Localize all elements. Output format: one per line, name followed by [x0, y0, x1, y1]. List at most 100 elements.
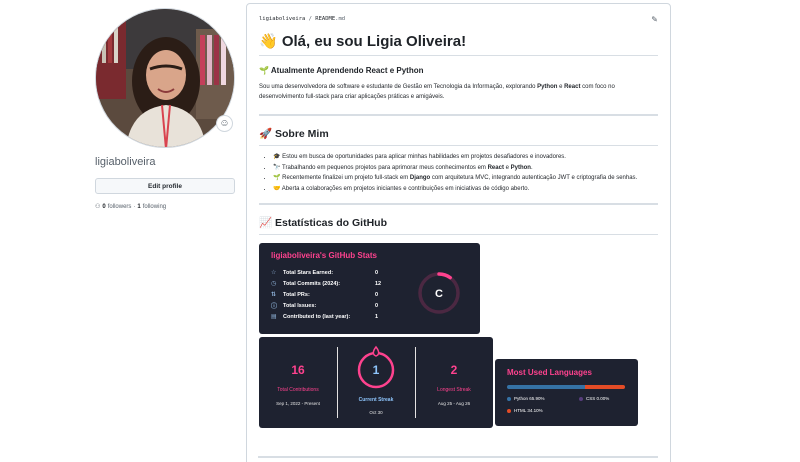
language-color-dot [507, 396, 511, 401]
divider [259, 114, 658, 116]
streak-stats-card[interactable]: 16 Total Contributions Sep 1, 2022 - Pre… [259, 337, 493, 428]
readme-header: ligiaboliveira / README.md ✎ [259, 12, 658, 26]
edit-readme-pencil-icon[interactable]: ✎ [651, 15, 658, 24]
top-languages-card[interactable]: Most Used Languages Python 65.90% CSS 0.… [495, 359, 638, 426]
stat-row-issues: ⓘ Total Issues: 0 [271, 301, 395, 311]
stat-row-stars: ☆ Total Stars Earned: 0 [271, 268, 395, 277]
stat-value: 0 [375, 269, 379, 276]
stat-label: Total Commits (2024): [283, 280, 341, 287]
rank-circle: C [418, 272, 460, 314]
set-status-button[interactable]: ☺ [216, 115, 233, 132]
readme-path-ext: .md [335, 16, 346, 22]
list-item: 🎓 Estou em busca de oportunidades para a… [273, 152, 658, 163]
stat-row-prs: ⇅ Total PRs: 0 [271, 290, 395, 299]
readme-path-sep: / [308, 16, 312, 22]
list-item-text: e [503, 164, 511, 171]
follow-separator: · [133, 203, 136, 210]
avatar-container: ☺ [95, 8, 235, 148]
list-item: 🤝 Aberta a colaborações em projetos inic… [273, 184, 658, 195]
current-streak-column: 1 Current Streak Oct 30 [337, 337, 415, 428]
fire-icon [372, 345, 380, 357]
readme-box: ligiaboliveira / README.md ✎ 👋 Olá, eu s… [246, 3, 671, 462]
list-item-text: 🌱 Recentemente finalizei um projeto full… [273, 175, 410, 181]
star-icon: ☆ [271, 270, 277, 276]
followers-count[interactable]: 0 [102, 204, 105, 210]
follow-stats: ⚇ 0 followers · 1 following [95, 203, 235, 211]
github-stats-card[interactable]: ligiaboliveira's GitHub Stats ☆ Total St… [259, 243, 480, 334]
clock-icon: ◷ [271, 281, 277, 287]
stats-cards: ligiaboliveira's GitHub Stats ☆ Total St… [259, 243, 658, 453]
longest-streak-column: 2 Longest Streak Aug 25 - Aug 26 [415, 337, 493, 428]
readme-path-file: README [315, 16, 336, 22]
list-item-text: 🔭 Trabalhando em pequenos projetos para … [273, 164, 488, 171]
readme-path-user[interactable]: ligiaboliveira [259, 16, 305, 22]
total-contributions-range: Sep 1, 2022 - Present [276, 401, 320, 406]
stats-card-title: ligiaboliveira's GitHub Stats [271, 251, 377, 260]
stat-value: 1 [375, 313, 379, 320]
list-item-bold: React [487, 164, 504, 171]
profile-username: ligiaboliveira [95, 156, 156, 168]
avatar[interactable] [95, 8, 235, 148]
language-label: HTML 34.10% [514, 408, 543, 413]
rank-letter: C [435, 288, 443, 300]
stat-label: Total Issues: [283, 302, 317, 309]
stat-row-contributed: ▤ Contributed to (last year): 1 [271, 312, 395, 321]
language-item-python: Python 65.90% [507, 396, 545, 401]
languages-card-title: Most Used Languages [507, 368, 592, 377]
languages-bar [507, 385, 625, 389]
stat-label: Contributed to (last year): [283, 313, 351, 320]
edit-profile-button[interactable]: Edit profile [95, 178, 235, 194]
learning-heading: 🌱 Atualmente Aprendendo React e Python [259, 66, 424, 75]
list-item-text: . [530, 164, 533, 171]
longest-streak-value: 2 [450, 363, 458, 377]
current-streak-value: 1 [372, 363, 380, 377]
language-item-html: HTML 34.10% [507, 408, 543, 413]
intro-text-1: Sou uma desenvolvedora de software e est… [259, 84, 538, 90]
stat-label: Total Stars Earned: [283, 269, 334, 276]
language-color-dot [507, 408, 511, 413]
issue-icon: ⓘ [271, 304, 278, 310]
language-item-css: CSS 0.00% [579, 396, 609, 401]
following-label[interactable]: following [143, 204, 166, 210]
stat-value: 0 [375, 291, 379, 298]
pull-request-icon: ⇅ [271, 292, 277, 298]
total-contributions-column: 16 Total Contributions Sep 1, 2022 - Pre… [259, 337, 337, 428]
list-item: 🔭 Trabalhando em pequenos projetos para … [273, 163, 658, 174]
stat-label: Total PRs: [283, 291, 310, 298]
language-color-dot [579, 396, 583, 401]
list-item-text: com arquitetura MVC, integrando autentic… [430, 175, 638, 181]
divider [259, 203, 658, 205]
about-heading: 🚀 Sobre Mim [259, 127, 658, 146]
stat-value: 12 [375, 280, 382, 287]
followers-label[interactable]: followers [108, 204, 132, 210]
repo-icon: ▤ [271, 314, 277, 320]
stats-heading: 📈 Estatísticas do GitHub [259, 216, 658, 235]
longest-streak-label: Longest Streak [437, 387, 471, 393]
longest-streak-range: Aug 25 - Aug 26 [437, 401, 471, 406]
profile-page: ☺ ligiaboliveira Edit profile ⚇ 0 follow… [0, 0, 800, 462]
readme-path: ligiaboliveira / README.md [259, 16, 345, 22]
intro-paragraph: Sou uma desenvolvedora de software e est… [259, 82, 658, 102]
current-streak-label: Current Streak [358, 397, 394, 403]
readme-content: 👋 Olá, eu sou Ligia Oliveira! 🌱 Atualmen… [247, 32, 670, 453]
list-item-bold: Django [409, 175, 431, 181]
profile-sidebar: ☺ ligiaboliveira Edit profile ⚇ 0 follow… [95, 8, 235, 210]
language-bar-segment-python [507, 385, 585, 389]
smiley-icon: ☺ [219, 118, 230, 129]
readme-title: 👋 Olá, eu sou Ligia Oliveira! [259, 32, 658, 56]
list-item-bold: Python [510, 164, 531, 171]
people-icon: ⚇ [95, 204, 101, 210]
following-count[interactable]: 1 [137, 204, 140, 210]
current-streak-date: Oct 30 [369, 410, 383, 415]
total-contributions-label: Total Contributions [277, 387, 319, 393]
stat-value: 0 [375, 302, 379, 309]
total-contributions-value: 16 [291, 363, 305, 377]
stat-row-commits: ◷ Total Commits (2024): 12 [271, 279, 395, 288]
intro-react: React [564, 84, 581, 90]
about-list: 🎓 Estou em busca de oportunidades para a… [259, 152, 658, 194]
language-label: Python 65.90% [514, 396, 545, 401]
list-item: 🌱 Recentemente finalizei um projeto full… [273, 173, 658, 184]
intro-python: Python [537, 84, 558, 90]
language-label: CSS 0.00% [586, 396, 610, 401]
bottom-divider [258, 456, 658, 458]
